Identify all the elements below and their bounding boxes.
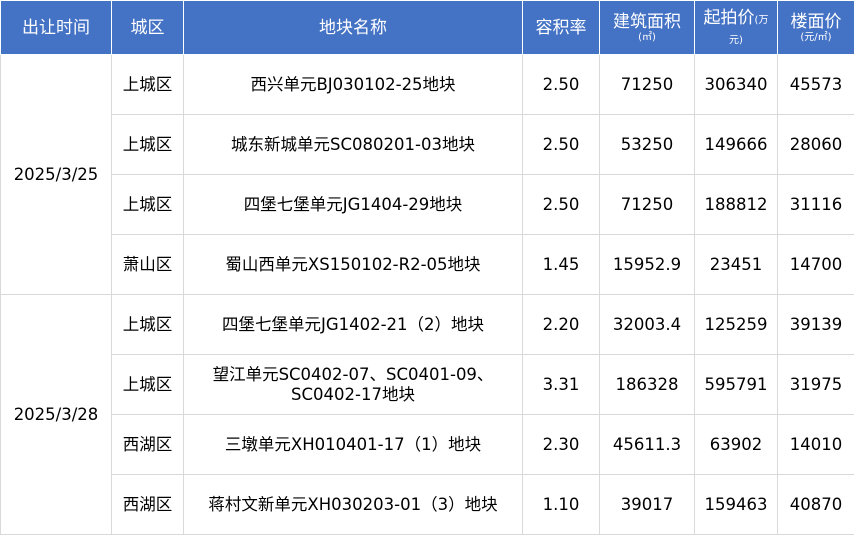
unit-price-cell: 40870 <box>777 474 854 535</box>
far-cell: 2.30 <box>522 414 600 475</box>
header-area-unit: (㎡) <box>638 31 656 43</box>
header-unit-price-label: 楼面价 <box>790 11 842 32</box>
far-cell: 3.31 <box>522 354 600 415</box>
header-price: 起拍价(万元) <box>694 0 778 55</box>
district-cell: 西湖区 <box>111 414 184 475</box>
district-cell: 上城区 <box>111 174 184 235</box>
auction-date-cell: 2025/3/25 <box>0 54 112 295</box>
plot-name-cell: 城东新城单元SC080201-03地块 <box>183 114 523 175</box>
unit-price-cell: 45573 <box>777 54 854 115</box>
area-cell: 186328 <box>599 354 695 415</box>
table-row: 萧山区 蜀山西单元XS150102-R2-05地块 1.45 15952.9 2… <box>1 234 854 295</box>
price-cell: 188812 <box>694 174 778 235</box>
far-cell: 1.10 <box>522 474 600 535</box>
price-cell: 149666 <box>694 114 778 175</box>
area-cell: 32003.4 <box>599 294 695 355</box>
table-header: 出让时间 城区 地块名称 容积率 建筑面积 (㎡) 起拍价(万元) 楼面价 (元… <box>0 0 854 55</box>
plot-name-cell: 西兴单元BJ030102-25地块 <box>183 54 523 115</box>
unit-price-cell: 14700 <box>777 234 854 295</box>
district-cell: 上城区 <box>111 114 184 175</box>
area-cell: 71250 <box>599 54 695 115</box>
district-cell: 上城区 <box>111 54 184 115</box>
table-row: 上城区 城东新城单元SC080201-03地块 2.50 53250 14966… <box>1 114 854 175</box>
table-row: 西湖区 三墩单元XH010401-17（1）地块 2.30 45611.3 63… <box>1 414 854 475</box>
price-cell: 125259 <box>694 294 778 355</box>
plot-name-cell: 三墩单元XH010401-17（1）地块 <box>183 414 523 475</box>
district-cell: 上城区 <box>111 354 184 415</box>
header-plot-name: 地块名称 <box>183 0 523 55</box>
price-cell: 23451 <box>694 234 778 295</box>
header-unit-price: 楼面价 (元/㎡) <box>777 0 854 55</box>
price-cell: 63902 <box>694 414 778 475</box>
plot-name-cell: 四堡七堡单元JG1404-29地块 <box>183 174 523 235</box>
unit-price-cell: 39139 <box>777 294 854 355</box>
table-row: 2025/3/28 上城区 四堡七堡单元JG1402-21（2）地块 2.20 … <box>0 294 854 535</box>
unit-price-cell: 28060 <box>777 114 854 175</box>
price-cell: 159463 <box>694 474 778 535</box>
land-auction-table: 出让时间 城区 地块名称 容积率 建筑面积 (㎡) 起拍价(万元) 楼面价 (元… <box>0 0 854 535</box>
header-area-label: 建筑面积 <box>613 11 681 32</box>
unit-price-cell: 31116 <box>777 174 854 235</box>
plot-name-cell: 蜀山西单元XS150102-R2-05地块 <box>183 234 523 295</box>
district-cell: 西湖区 <box>111 474 184 535</box>
header-date: 出让时间 <box>0 0 112 55</box>
district-cell: 萧山区 <box>111 234 184 295</box>
district-cell: 上城区 <box>111 294 184 355</box>
far-cell: 2.50 <box>522 174 600 235</box>
price-cell: 306340 <box>694 54 778 115</box>
table-body: 2025/3/25 上城区 西兴单元BJ030102-25地块 2.50 712… <box>0 54 854 535</box>
far-cell: 2.50 <box>522 54 600 115</box>
area-cell: 39017 <box>599 474 695 535</box>
table-row: 上城区 四堡七堡单元JG1404-29地块 2.50 71250 188812 … <box>1 174 854 235</box>
header-far: 容积率 <box>522 0 600 55</box>
area-cell: 53250 <box>599 114 695 175</box>
price-cell: 595791 <box>694 354 778 415</box>
unit-price-cell: 31975 <box>777 354 854 415</box>
far-cell: 2.50 <box>522 114 600 175</box>
header-unit-price-unit: (元/㎡) <box>800 31 832 43</box>
table-row: 西湖区 蒋村文新单元XH030203-01（3）地块 1.10 39017 15… <box>1 474 854 535</box>
far-cell: 2.20 <box>522 294 600 355</box>
far-cell: 1.45 <box>522 234 600 295</box>
header-area: 建筑面积 (㎡) <box>599 0 695 55</box>
auction-date-cell: 2025/3/28 <box>0 294 112 535</box>
plot-name-cell: 四堡七堡单元JG1402-21（2）地块 <box>183 294 523 355</box>
table-row: 上城区 望江单元SC0402-07、SC0401-09、SC0402-17地块 … <box>1 354 854 415</box>
plot-name-cell: 望江单元SC0402-07、SC0401-09、SC0402-17地块 <box>183 354 523 415</box>
area-cell: 15952.9 <box>599 234 695 295</box>
unit-price-cell: 14010 <box>777 414 854 475</box>
header-price-label: 起拍价 <box>703 7 755 28</box>
area-cell: 71250 <box>599 174 695 235</box>
plot-name-cell: 蒋村文新单元XH030203-01（3）地块 <box>183 474 523 535</box>
area-cell: 45611.3 <box>599 414 695 475</box>
table-row: 2025/3/25 上城区 西兴单元BJ030102-25地块 2.50 712… <box>0 54 854 295</box>
header-district: 城区 <box>111 0 184 55</box>
